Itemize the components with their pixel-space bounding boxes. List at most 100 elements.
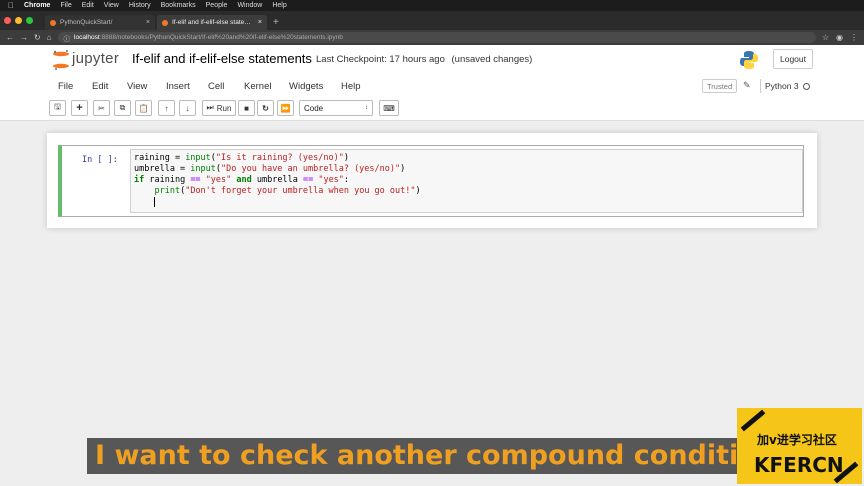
cut-button[interactable]: ✂	[93, 100, 110, 116]
code-line: raining = input("Is it raining? (yes/no)…	[134, 153, 349, 163]
notebook-container: In [ ]: raining = input("Is it raining? …	[47, 133, 817, 228]
kernel-name: Python 3	[765, 81, 799, 91]
save-icon: 🖫	[54, 102, 61, 111]
watermark-stripe	[740, 409, 766, 432]
jupyter-favicon-icon	[162, 19, 168, 26]
menu-help[interactable]: Help	[341, 81, 361, 92]
home-icon[interactable]: ⌂	[47, 33, 52, 42]
insert-cell-button[interactable]: +	[71, 100, 88, 116]
code-line	[134, 197, 799, 209]
python-logo-icon	[740, 51, 758, 69]
browser-tab-notebook[interactable]: If-elif and if-elif-else statemen ×	[157, 15, 267, 30]
copy-button[interactable]: ⧉	[114, 100, 131, 116]
fast-forward-icon: ⏩	[280, 103, 291, 113]
browser-tab-quickstart[interactable]: PythonQuickStart/ ×	[45, 15, 155, 30]
os-menu-help[interactable]: Help	[272, 2, 286, 9]
os-menu-window[interactable]: Window	[237, 2, 262, 9]
kernel-indicator[interactable]: Python 3	[760, 79, 810, 93]
os-menu-history[interactable]: History	[129, 2, 151, 9]
text-cursor	[154, 197, 156, 207]
os-menu-view[interactable]: View	[104, 2, 119, 9]
last-checkpoint: Last Checkpoint: 17 hours ago	[316, 54, 445, 65]
menu-cell[interactable]: Cell	[208, 81, 224, 92]
kernel-idle-icon	[802, 82, 810, 90]
code-line: print("Don't forget your umbrella when y…	[154, 186, 421, 196]
forward-icon[interactable]: →	[20, 33, 28, 42]
close-tab-icon[interactable]: ×	[146, 19, 150, 26]
jupyter-favicon-icon	[50, 19, 56, 26]
unsaved-status: (unsaved changes)	[451, 54, 533, 65]
cell-prompt: In [ ]:	[82, 155, 118, 165]
trusted-indicator[interactable]: Trusted	[702, 79, 738, 93]
os-menubar:  Chrome File Edit View History Bookmark…	[0, 0, 864, 11]
scissors-icon: ✂	[98, 103, 105, 113]
paste-button[interactable]: 📋	[135, 100, 152, 116]
code-line: if raining == "yes" and umbrella == "yes…	[134, 175, 350, 185]
arrow-up-icon: ↑	[164, 103, 169, 113]
code-editor[interactable]: raining = input("Is it raining? (yes/no)…	[130, 149, 803, 213]
new-tab-button[interactable]: +	[269, 15, 283, 30]
notebook-menubar: File Edit View Insert Cell Kernel Widget…	[0, 75, 864, 97]
refresh-icon: ↻	[262, 103, 269, 113]
watermark-top-text: 加v进学习社区	[757, 433, 837, 447]
video-subtitle: I want to check another compound conditi…	[87, 438, 785, 474]
reload-icon[interactable]: ↻	[34, 33, 41, 42]
browser-tab-bar: PythonQuickStart/ × If-elif and if-elif-…	[0, 11, 864, 30]
url-host: localhost	[74, 34, 100, 41]
jupyter-header: jupyter If-elif and if-elif-else stateme…	[0, 45, 864, 75]
url-path: :8888/notebooks/PythonQuickStart/If-elif…	[99, 34, 343, 41]
step-forward-icon: ⏭	[206, 103, 214, 112]
logout-button[interactable]: Logout	[773, 49, 813, 69]
back-icon[interactable]: ←	[6, 33, 14, 42]
move-down-button[interactable]: ↓	[179, 100, 196, 116]
os-menu-bookmarks[interactable]: Bookmarks	[161, 2, 196, 9]
close-window-icon[interactable]	[4, 17, 11, 24]
checkpoint-status: Last Checkpoint: 17 hours ago (unsaved c…	[316, 54, 532, 65]
chrome-menu-icon[interactable]: ⋮	[850, 33, 858, 42]
copy-icon: ⧉	[119, 103, 126, 112]
menu-kernel[interactable]: Kernel	[244, 81, 271, 92]
menu-edit[interactable]: Edit	[92, 81, 108, 92]
select-arrows-icon: ↕	[365, 105, 368, 111]
cell-type-select[interactable]: Code ↕	[299, 100, 373, 116]
address-bar-row: ← → ↻ ⌂ ⓘ localhost:8888/notebooks/Pytho…	[0, 30, 864, 45]
cell-type-value: Code	[304, 103, 324, 113]
code-cell[interactable]: In [ ]: raining = input("Is it raining? …	[58, 145, 804, 217]
edit-mode-pencil-icon: ✎	[743, 80, 751, 90]
notebook-toolbar: 🖫 + ✂ ⧉ 📋 ↑ ↓ ⏭ Run ■ ↻ ⏩ Code ↕ ⌨	[0, 97, 864, 121]
os-menu-edit[interactable]: Edit	[82, 2, 94, 9]
watermark-badge: 加v进学习社区 KFERCN	[737, 408, 862, 484]
minimize-window-icon[interactable]	[15, 17, 22, 24]
apple-icon[interactable]: 	[8, 1, 14, 10]
url-input[interactable]: ⓘ localhost:8888/notebooks/PythonQuickSt…	[57, 32, 816, 43]
os-menu-app[interactable]: Chrome	[24, 2, 50, 9]
jupyter-logo-text: jupyter	[72, 50, 120, 67]
watermark-bottom-text: KFERCN	[754, 453, 844, 477]
stop-icon: ■	[244, 103, 249, 113]
run-button[interactable]: ⏭ Run	[202, 100, 236, 116]
tab-label: PythonQuickStart/	[60, 19, 113, 26]
os-menu-people[interactable]: People	[206, 2, 228, 9]
bookmark-star-icon[interactable]: ☆	[822, 33, 829, 42]
restart-button[interactable]: ↻	[257, 100, 274, 116]
plus-icon: +	[76, 102, 83, 114]
menu-widgets[interactable]: Widgets	[289, 81, 323, 92]
maximize-window-icon[interactable]	[26, 17, 33, 24]
menu-file[interactable]: File	[58, 81, 73, 92]
interrupt-button[interactable]: ■	[238, 100, 255, 116]
notebook-title[interactable]: If-elif and if-elif-else statements	[132, 51, 312, 66]
window-controls	[4, 11, 33, 30]
menu-view[interactable]: View	[127, 81, 147, 92]
command-palette-button[interactable]: ⌨	[379, 100, 399, 116]
info-icon[interactable]: ⓘ	[64, 33, 71, 43]
move-up-button[interactable]: ↑	[158, 100, 175, 116]
restart-run-all-button[interactable]: ⏩	[277, 100, 294, 116]
extension-icon[interactable]: ◉	[836, 33, 843, 42]
run-label: Run	[216, 103, 232, 113]
os-menu-file[interactable]: File	[60, 2, 71, 9]
close-tab-icon[interactable]: ×	[258, 19, 262, 26]
save-button[interactable]: 🖫	[49, 100, 66, 116]
keyboard-icon: ⌨	[383, 103, 395, 113]
tab-label: If-elif and if-elif-else statemen	[172, 19, 254, 26]
menu-insert[interactable]: Insert	[166, 81, 190, 92]
